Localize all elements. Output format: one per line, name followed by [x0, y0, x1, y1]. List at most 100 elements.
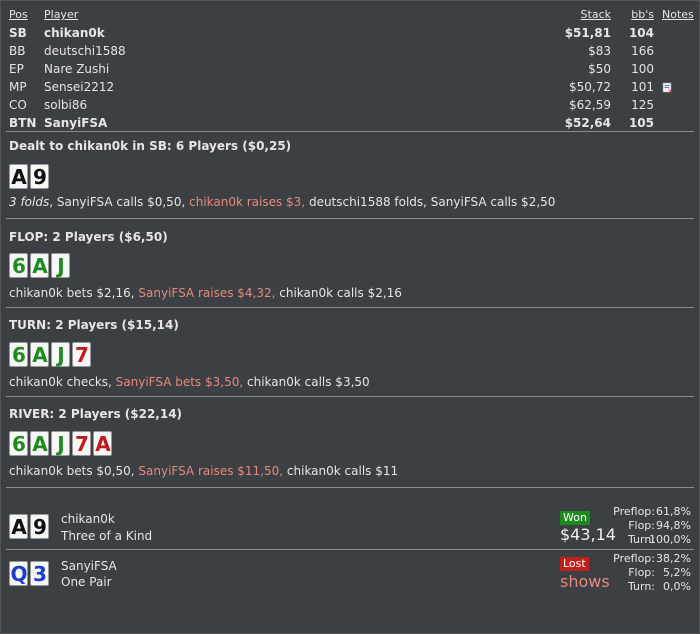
showdown-hand-rank: One Pair: [61, 575, 112, 589]
playing-card: 7: [72, 342, 91, 367]
equity-label: Flop:: [628, 566, 655, 579]
playing-card: 9: [30, 514, 49, 539]
player-name-cell: chikan0k: [44, 26, 105, 40]
bbs-cell: 125: [631, 98, 654, 112]
position-cell: BB: [9, 44, 26, 58]
playing-card: 9: [30, 164, 49, 189]
player-row[interactable]: BTN SanyiFSA $52,64 105: [0, 114, 700, 132]
action-text: chikan0k calls $2,16: [275, 286, 402, 300]
bbs-cell: 104: [628, 26, 654, 40]
action-text: , SanyiFSA calls $0,50,: [49, 195, 190, 209]
playing-card: A: [30, 342, 49, 367]
action-text: chikan0k bets $0,50,: [9, 464, 139, 478]
equity-label: Flop:: [628, 519, 655, 532]
action-text: chikan0k calls $3,50: [243, 375, 370, 389]
note-icon[interactable]: [662, 78, 673, 96]
playing-card: A: [30, 253, 49, 278]
flop-title: FLOP: 2 Players ($6,50): [9, 230, 168, 244]
header-pos[interactable]: Pos: [9, 6, 28, 24]
divider: [6, 396, 694, 397]
aggressive-action: SanyiFSA bets $3,50,: [115, 375, 244, 389]
equity-value: 100,0%: [649, 533, 691, 546]
action-text: deutschi1588 folds, SanyiFSA calls $2,50: [305, 195, 556, 209]
preflop-title: Dealt to chikan0k in SB: 6 Players ($0,2…: [9, 139, 292, 153]
table-header: Pos Player Stack bb's Notes: [0, 6, 700, 24]
aggressive-action: SanyiFSA raises $4,32,: [138, 286, 276, 300]
player-row[interactable]: CO solbi86 $62,59 125: [0, 96, 700, 114]
equity-label: Preflop:: [613, 552, 655, 565]
stack-cell: $50: [588, 62, 611, 76]
player-row[interactable]: BB deutschi1588 $83 166: [0, 42, 700, 60]
lost-badge: Lost: [560, 557, 589, 571]
won-badge: Won: [560, 511, 590, 525]
action-text: chikan0k calls $11: [283, 464, 399, 478]
divider: [6, 218, 694, 219]
player-name-cell: deutschi1588: [44, 44, 126, 58]
player-name-cell: Nare Zushi: [44, 62, 110, 76]
playing-card: A: [9, 514, 28, 539]
showdown-player-name: chikan0k: [61, 512, 115, 526]
header-stack[interactable]: Stack: [581, 6, 611, 24]
stack-cell: $51,81: [564, 26, 611, 40]
position-cell: MP: [9, 80, 27, 94]
header-bbs[interactable]: bb's: [631, 6, 654, 24]
showdown-player-name: SanyiFSA: [61, 559, 117, 573]
aggressive-action: chikan0k raises $3,: [189, 195, 306, 209]
position-cell: EP: [9, 62, 24, 76]
equity-value: 38,2%: [656, 552, 691, 565]
player-name-cell: Sensei2212: [44, 80, 115, 94]
playing-card: 6: [9, 253, 28, 278]
playing-card: Q: [9, 561, 28, 586]
flop-board-cards: 6AJ: [9, 253, 70, 278]
showdown-hand-rank: Three of a Kind: [61, 529, 153, 543]
turn-actions: chikan0k checks, SanyiFSA bets $3,50, ch…: [9, 375, 370, 389]
equity-value: 0,0%: [663, 580, 691, 593]
position-cell: SB: [9, 26, 27, 40]
showdown-cards-hero: A9: [9, 514, 49, 539]
bbs-cell: 166: [631, 44, 654, 58]
aggressive-action: SanyiFSA raises $11,50,: [138, 464, 284, 478]
turn-board-cards: 6AJ7: [9, 342, 91, 367]
turn-title: TURN: 2 Players ($15,14): [9, 318, 179, 332]
header-notes[interactable]: Notes: [662, 6, 694, 24]
shows-label: shows: [560, 572, 610, 591]
position-cell: BTN: [9, 116, 37, 130]
equity-label: Preflop:: [613, 505, 655, 518]
playing-card: 6: [9, 431, 28, 456]
playing-card: J: [51, 342, 70, 367]
divider: [6, 307, 694, 308]
player-row[interactable]: SB chikan0k $51,81 104: [0, 24, 700, 42]
playing-card: J: [51, 431, 70, 456]
playing-card: 6: [9, 342, 28, 367]
preflop-actions: 3 folds, SanyiFSA calls $0,50, chikan0k …: [9, 195, 555, 209]
player-row[interactable]: EP Nare Zushi $50 100: [0, 60, 700, 78]
equity-value: 61,8%: [656, 505, 691, 518]
equity-value: 94,8%: [656, 519, 691, 532]
divider: [6, 487, 694, 488]
river-board-cards: 6AJ7A: [9, 431, 112, 456]
divider: [6, 549, 694, 550]
position-cell: CO: [9, 98, 27, 112]
player-row[interactable]: MP Sensei2212 $50,72 101: [0, 78, 700, 96]
action-text: chikan0k bets $2,16,: [9, 286, 139, 300]
showdown-cards-villain: Q3: [9, 561, 49, 586]
player-name-cell: solbi86: [44, 98, 88, 112]
river-actions: chikan0k bets $0,50, SanyiFSA raises $11…: [9, 464, 398, 478]
header-player[interactable]: Player: [44, 6, 78, 24]
won-amount: $43,14: [560, 525, 616, 544]
playing-card: 7: [72, 431, 91, 456]
hero-hole-cards: A9: [9, 164, 49, 189]
bbs-cell: 105: [628, 116, 654, 130]
bbs-cell: 100: [631, 62, 654, 76]
player-name-cell: SanyiFSA: [44, 116, 108, 130]
stack-cell: $50,72: [569, 80, 611, 94]
action-text: chikan0k checks,: [9, 375, 116, 389]
equity-label: Turn:: [627, 580, 655, 593]
stack-cell: $52,64: [564, 116, 611, 130]
playing-card: A: [9, 164, 28, 189]
stack-cell: $62,59: [569, 98, 611, 112]
divider: [6, 131, 694, 132]
river-title: RIVER: 2 Players ($22,14): [9, 407, 183, 421]
stack-cell: $83: [588, 44, 611, 58]
playing-card: J: [51, 253, 70, 278]
